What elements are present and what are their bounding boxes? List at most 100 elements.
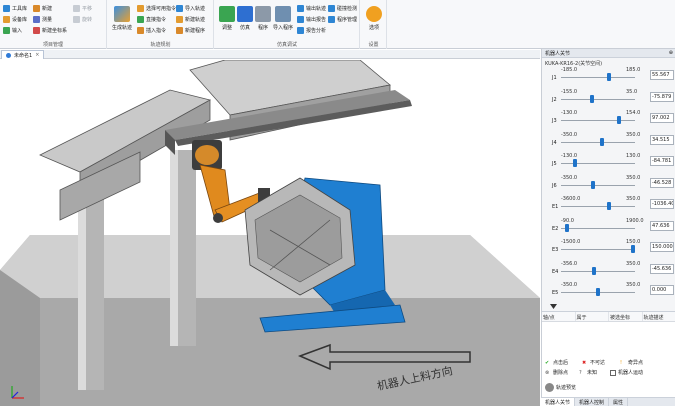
joint-value-field[interactable]: 55.567 <box>650 70 674 80</box>
joint-value-field[interactable]: -46.528 <box>650 177 674 188</box>
new-button[interactable]: 新建 <box>33 4 52 13</box>
joint-row: J4 -350.0 350.0 34.515 <box>542 131 675 153</box>
collapse-triangle-icon[interactable] <box>550 304 557 309</box>
insert-command-icon <box>137 27 144 34</box>
joint-slider-track[interactable] <box>561 98 635 100</box>
joint-max: 1900.0 <box>626 217 644 224</box>
preview-icon <box>545 383 554 392</box>
export-report-button[interactable]: 输出报告 <box>297 15 326 24</box>
new-frame-button[interactable]: 新建坐标系 <box>33 26 67 35</box>
tool-library-button[interactable]: 工具库 <box>3 4 27 13</box>
joint-max: 350.0 <box>626 131 641 138</box>
joint-slider-thumb[interactable] <box>591 266 596 275</box>
joint-slider-thumb[interactable] <box>572 159 577 167</box>
path-preview-button[interactable]: 轨迹预览 <box>545 383 576 392</box>
measure-button[interactable]: 测量 <box>33 15 52 24</box>
translate-button[interactable]: 平移 <box>73 4 92 13</box>
joint-slider-thumb[interactable] <box>607 202 612 210</box>
joint-slider-thumb[interactable] <box>631 245 635 253</box>
checkbox-icon <box>610 369 616 376</box>
import-path-button[interactable]: 导入轨迹 <box>176 4 205 13</box>
joint-name: J5 <box>552 161 557 167</box>
tab-robot-control[interactable]: 机器人控制 <box>575 398 610 406</box>
joint-slider-track[interactable] <box>561 184 635 186</box>
joint-value-field[interactable]: 97.002 <box>650 113 674 123</box>
joint-max: 130.0 <box>626 153 641 159</box>
joint-slider-track[interactable] <box>561 77 635 78</box>
joint-min: -3600.0 <box>561 196 581 202</box>
col-header-belong: 属于 <box>576 312 609 321</box>
report-analysis-icon <box>297 27 304 34</box>
joint-value-field[interactable]: -75.879 <box>650 91 674 102</box>
import-program-button[interactable]: 导入程序 <box>272 6 294 40</box>
joint-row: J6 -350.0 350.0 -46.528 <box>542 174 675 196</box>
joint-name: J4 <box>552 139 557 146</box>
tab-properties[interactable]: 属性 <box>609 398 629 406</box>
close-icon[interactable]: × <box>35 52 39 58</box>
joint-slider-thumb[interactable] <box>599 137 604 146</box>
joint-slider-thumb[interactable] <box>591 180 596 189</box>
generate-path-button[interactable]: 生成轨迹 <box>111 6 133 40</box>
program-button[interactable]: 程序 <box>252 6 274 40</box>
program-manage-button[interactable]: 程序管理 <box>328 15 357 24</box>
rotate-button[interactable]: 旋转 <box>73 15 92 24</box>
action-unreachable[interactable]: ✖ 不可达 <box>582 359 605 367</box>
joint-value-field[interactable]: -45.636 <box>650 263 674 274</box>
joint-value-field[interactable]: 34.515 <box>650 134 674 145</box>
translate-icon <box>73 5 80 12</box>
joint-slider-thumb[interactable] <box>564 223 569 232</box>
joint-slider-thumb[interactable] <box>596 288 600 296</box>
pin-icon[interactable]: ⊕ <box>669 50 673 56</box>
options-button[interactable]: 选项 <box>363 6 385 40</box>
export-path-icon <box>297 5 304 12</box>
joint-slider-thumb[interactable] <box>617 116 621 124</box>
x-icon: ✖ <box>582 359 587 366</box>
insert-command-button[interactable]: 插入指令 <box>137 26 166 35</box>
action-singularity[interactable]: ! 奇异点 <box>620 359 643 367</box>
joint-slider-track[interactable] <box>561 120 635 121</box>
collision-detect-button[interactable]: 碰撞检测 <box>328 4 357 13</box>
new-path-button[interactable]: 新建轨迹 <box>176 15 205 24</box>
point-table-header: 轴/点 属于 被选坐标 轨迹描述 <box>542 312 675 322</box>
joint-value-field[interactable]: 0.000 <box>650 285 674 295</box>
action-unknown[interactable]: ? 未知 <box>579 369 597 377</box>
joint-value-field[interactable]: -1036.407 <box>650 199 674 209</box>
robot-joint-panel: 机器人关节 ⊕ KUKA-KR16-2(关节空间) 轴/点 属于 被选坐标 轨迹… <box>541 49 675 406</box>
device-library-button[interactable]: 设备库 <box>3 15 27 24</box>
action-after-click[interactable]: ✔ 点击后 <box>545 359 568 367</box>
joint-min: -356.0 <box>561 260 578 267</box>
joint-slider-thumb[interactable] <box>606 73 611 81</box>
direct-command-button[interactable]: 直接指令 <box>137 15 166 24</box>
program-icon <box>255 6 271 22</box>
tab-robot-joints[interactable]: 机器人关节 <box>541 398 576 406</box>
joint-value-field[interactable]: -84.781 <box>650 156 674 166</box>
joint-value-field[interactable]: 150.000 <box>650 242 674 252</box>
joint-slider-track[interactable] <box>561 141 635 143</box>
joint-value-field[interactable]: 47.636 <box>650 220 674 231</box>
joint-slider-track[interactable] <box>561 206 635 207</box>
new-program-button[interactable]: 新建程序 <box>176 26 205 35</box>
input-button[interactable]: 输入 <box>3 26 22 35</box>
new-program-icon <box>176 27 183 34</box>
joint-name: J3 <box>552 118 557 124</box>
joint-slider-track[interactable] <box>561 227 635 229</box>
robot-motion-checkbox[interactable]: 机器人运动 <box>610 369 643 376</box>
report-analysis-button[interactable]: 报告分析 <box>297 26 326 35</box>
action-delete-point[interactable]: ⊗ 删除点 <box>545 369 568 377</box>
joint-slider-thumb[interactable] <box>590 94 595 103</box>
3d-viewport[interactable]: 机器人上料方向 <box>0 60 540 406</box>
col-header-coord: 被选坐标 <box>609 312 643 321</box>
measure-icon <box>33 16 40 23</box>
joint-name: E2 <box>552 225 559 232</box>
joint-min: -350.0 <box>561 131 578 138</box>
joint-min: -90.0 <box>561 217 574 224</box>
joint-slider-track[interactable] <box>561 270 635 272</box>
joint-max: 350.0 <box>626 260 641 267</box>
document-tab[interactable]: 未命名1 × <box>1 50 45 59</box>
select-command-button[interactable]: 选择可用指令 <box>137 4 176 13</box>
select-command-icon <box>137 5 144 12</box>
joint-slider-track[interactable] <box>561 249 635 250</box>
export-path-button[interactable]: 输出轨迹 <box>297 4 326 13</box>
joint-name: E1 <box>552 204 559 210</box>
joint-row: J5 -130.0 130.0 -84.781 <box>542 152 675 174</box>
